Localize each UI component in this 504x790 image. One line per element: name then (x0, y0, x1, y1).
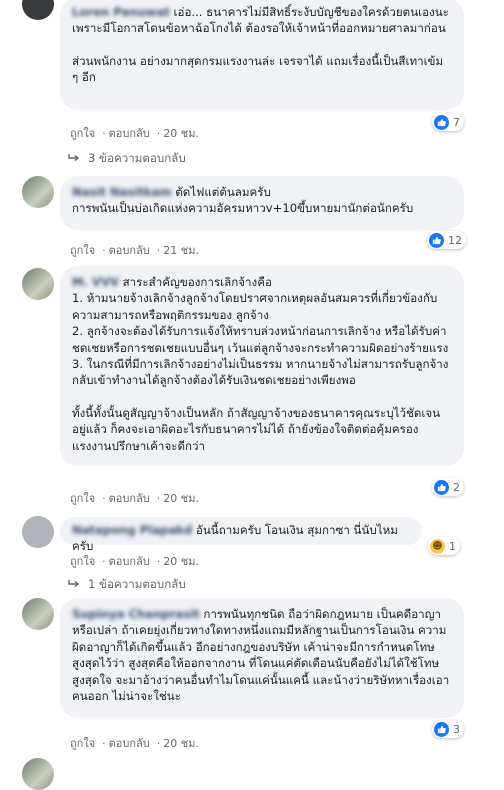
reaction-count[interactable]: ☻ 1 (428, 537, 460, 555)
thumbs-up-icon (429, 232, 444, 248)
comment-text: การพนันทุกชนิด ถือว่าผิดกฎหมาย เป็นคดีอา… (72, 607, 450, 704)
like-link[interactable]: ถูกใจ (70, 492, 95, 505)
view-replies-link[interactable]: 3 ข้อความตอบกลับ (68, 150, 186, 168)
reaction-number: 7 (453, 115, 460, 129)
reply-arrow-icon (68, 578, 80, 592)
avatar[interactable] (22, 0, 54, 20)
view-replies-link[interactable]: 1 ข้อความตอบกลับ (68, 576, 186, 594)
reply-arrow-icon (68, 152, 80, 166)
reply-link[interactable]: ตอบกลับ (109, 244, 150, 257)
reply-link[interactable]: ตอบกลับ (109, 492, 150, 505)
reaction-count[interactable]: 2 (432, 478, 464, 496)
commenter-name[interactable]: Loren Panuwat (72, 5, 170, 19)
timestamp[interactable]: 20 ชม. (163, 492, 199, 505)
comment-bubble: Supinya Chanprasit การพนันทุกชนิด ถือว่า… (60, 598, 464, 718)
like-link[interactable]: ถูกใจ (70, 737, 95, 750)
comment-actions: ถูกใจ · ตอบกลับ · 20 ชม. (70, 737, 199, 750)
comment-text-2: ส่วนพนักงาน อย่างมากสุดกรมแรงงานล่ะ เจรจ… (72, 53, 444, 85)
reaction-number: 3 (453, 722, 460, 736)
like-link[interactable]: ถูกใจ (70, 555, 95, 568)
commenter-name[interactable]: Supinya Chanprasit (72, 607, 200, 621)
avatar-next[interactable] (22, 758, 54, 790)
avatar[interactable] (22, 176, 54, 208)
comment-bubble: Loren Panuwat เอ่อ... ธนาคารไม่มีสิทธิ์ร… (60, 0, 464, 110)
comment-actions: ถูกใจ · ตอบกลับ · 20 ชม. (70, 555, 199, 568)
replies-count: 1 ข้อความตอบกลับ (88, 577, 186, 591)
comment-bubble: Natapong Plapakd อันนี้ถามครับ โอนเงิน ส… (60, 517, 422, 553)
avatar[interactable] (22, 516, 54, 548)
comment-actions: ถูกใจ · ตอบกลับ · 21 ชม. (70, 244, 199, 257)
commenter-name[interactable]: M. VVV (72, 275, 119, 289)
thumbs-up-icon (434, 114, 449, 130)
replies-count: 3 ข้อความตอบกลับ (88, 151, 186, 165)
timestamp[interactable]: 20 ชม. (163, 555, 199, 568)
thumbs-up-icon (434, 721, 449, 737)
reaction-count[interactable]: 12 (427, 231, 466, 249)
timestamp[interactable]: 20 ชม. (163, 737, 199, 750)
comment-text: สาระสำคัญของการเลิกจ้างคือ 1. ห้ามนายจ้า… (72, 275, 449, 388)
haha-icon: ☻ (430, 538, 445, 554)
comment-bubble: M. VVV สาระสำคัญของการเลิกจ้างคือ 1. ห้า… (60, 266, 464, 466)
reply-link[interactable]: ตอบกลับ (109, 127, 150, 140)
reaction-number: 2 (453, 480, 460, 494)
like-link[interactable]: ถูกใจ (70, 127, 95, 140)
comment-actions: ถูกใจ · ตอบกลับ · 20 ชม. (70, 127, 199, 140)
commenter-name[interactable]: Natapong Plapakd (72, 523, 192, 537)
like-link[interactable]: ถูกใจ (70, 244, 95, 257)
thumbs-up-icon (434, 479, 449, 495)
avatar[interactable] (22, 598, 54, 630)
reaction-count[interactable]: 3 (432, 720, 464, 738)
comment-text-2: ทั้งนี้ทั้งนั้นดูสัญญาจ้างเป็นหลัก ถ้าสั… (72, 405, 441, 453)
timestamp[interactable]: 20 ชม. (163, 127, 199, 140)
reaction-number: 12 (448, 233, 462, 247)
avatar[interactable] (22, 268, 54, 300)
timestamp[interactable]: 21 ชม. (163, 244, 199, 257)
reply-link[interactable]: ตอบกลับ (109, 555, 150, 568)
comment-actions: ถูกใจ · ตอบกลับ · 20 ชม. (70, 492, 199, 505)
reaction-number: 1 (449, 539, 456, 553)
reaction-count[interactable]: 7 (432, 113, 464, 131)
commenter-name[interactable]: Nasit Nasitkam (72, 185, 172, 199)
reply-link[interactable]: ตอบกลับ (109, 737, 150, 750)
comment-bubble: Nasit Nasitkam ตัดไฟแต่ต้นลมครับ การพนัน… (60, 176, 464, 230)
